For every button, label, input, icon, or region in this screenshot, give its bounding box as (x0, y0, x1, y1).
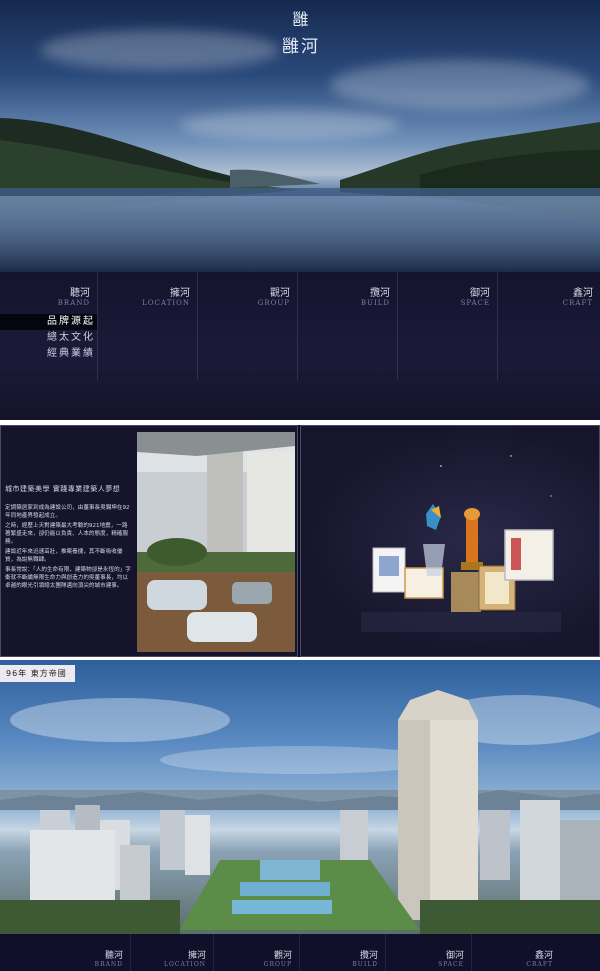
nav-sublabel: GROUP (263, 961, 292, 968)
footer-nav: 聽河 BRAND 擁河 LOCATION 觀河 GROUP 攬河 BUILD 御… (0, 934, 600, 971)
nav-sublabel: CRAFT (562, 299, 593, 307)
nav-label: 攬河 (359, 951, 378, 961)
nav-item-build[interactable]: 攬河 BUILD (297, 272, 398, 380)
footer-nav-item-space[interactable]: 御河 SPACE (385, 934, 472, 971)
nav-sublabel: BRAND (94, 961, 123, 968)
nav-label: 觀河 (270, 288, 290, 299)
footer-nav-item-group[interactable]: 觀河 GROUP (213, 934, 300, 971)
nav-sublabel: SPACE (460, 299, 490, 307)
brand-logo[interactable]: 雝 雝河 (277, 6, 325, 57)
nav-label: 鑫河 (534, 951, 553, 961)
submenu-item-culture[interactable]: 總太文化 (0, 330, 97, 346)
footer-nav-item-build[interactable]: 攬河 BUILD (299, 934, 386, 971)
nav-sublabel: SPACE (438, 961, 464, 968)
nav-label: 攬河 (370, 288, 390, 299)
terrace-photo (137, 432, 295, 652)
brand-submenu: 品牌源起 總太文化 經典業績 (0, 314, 97, 362)
brand-story-text: 城市建築美學 實踐專業建築人夢想 定調築居家到成為建設公司，由董事長吳錫坤在92… (1, 426, 135, 656)
brand-paragraph: 事長常說：「人的生命有限，建築物卻是永恆的」字衝就不斷續無限生命力與創造力的吳董… (5, 567, 131, 589)
nav-item-space[interactable]: 御河 SPACE (397, 272, 498, 380)
nav-item-group[interactable]: 觀河 GROUP (197, 272, 298, 380)
logo-mark: 雝 (292, 10, 310, 29)
brand-story-panel: 城市建築美學 實踐專業建築人夢想 定調築居家到成為建設公司，由董事長吳錫坤在92… (0, 425, 298, 657)
brand-headline: 城市建築美學 實踐專業建築人夢想 (5, 485, 121, 493)
project-year-tag: 96年 東方帝國 (0, 665, 75, 682)
nav-item-craft[interactable]: 鑫河 CRAFT (497, 272, 600, 380)
brand-paragraph: 定調築居家到成為建設公司，由董事長吳錫坤在92年同地產界發起成立。 (5, 505, 130, 519)
nav-sublabel: BUILD (352, 961, 378, 968)
city-rendering (0, 690, 600, 934)
logo-name: 雝河 (282, 37, 320, 57)
brand-paragraph: 建設近年來迅速茁壯，推案養捷，其不斷吸收優質，為說無職肆。 (5, 549, 123, 563)
project-showcase: 96年 東方帝國 (0, 660, 600, 934)
nav-label: 聽河 (104, 951, 123, 961)
nav-sublabel: CRAFT (526, 961, 553, 968)
nav-item-location[interactable]: 擁河 LOCATION (97, 272, 198, 380)
nav-label: 觀河 (273, 951, 292, 961)
nav-label: 擁河 (187, 951, 206, 961)
nav-label: 鑫河 (573, 288, 593, 299)
nav-sublabel: GROUP (257, 299, 290, 307)
nav-sublabel: LOCATION (163, 961, 206, 968)
nav-label: 擁河 (170, 288, 190, 299)
submenu-item-origin[interactable]: 品牌源起 (0, 314, 97, 330)
hero-banner: 雝 雝河 (0, 0, 600, 272)
awards-panel (300, 425, 600, 657)
submenu-item-achievements[interactable]: 經典業績 (0, 346, 97, 362)
nav-sublabel: BUILD (360, 299, 390, 307)
nav-label: 御河 (445, 951, 464, 961)
nav-label: 聽河 (70, 288, 90, 299)
awards-display (361, 455, 561, 632)
brand-paragraph: 之時，經歷上天對建築最大考驗的921地震，一路著繁盛走來，卻仍能以負責、人本的態… (5, 523, 129, 545)
footer-nav-item-craft[interactable]: 鑫河 CRAFT (471, 934, 560, 971)
footer-nav-item-brand[interactable]: 聽河 BRAND (0, 934, 131, 971)
nav-label: 御河 (470, 288, 490, 299)
main-nav: 聽河 BRAND 擁河 LOCATION 觀河 GROUP 攬河 BUILD 御… (0, 272, 600, 420)
nav-sublabel: BRAND (57, 299, 90, 307)
footer-nav-item-location[interactable]: 擁河 LOCATION (130, 934, 214, 971)
nav-sublabel: LOCATION (142, 299, 190, 307)
